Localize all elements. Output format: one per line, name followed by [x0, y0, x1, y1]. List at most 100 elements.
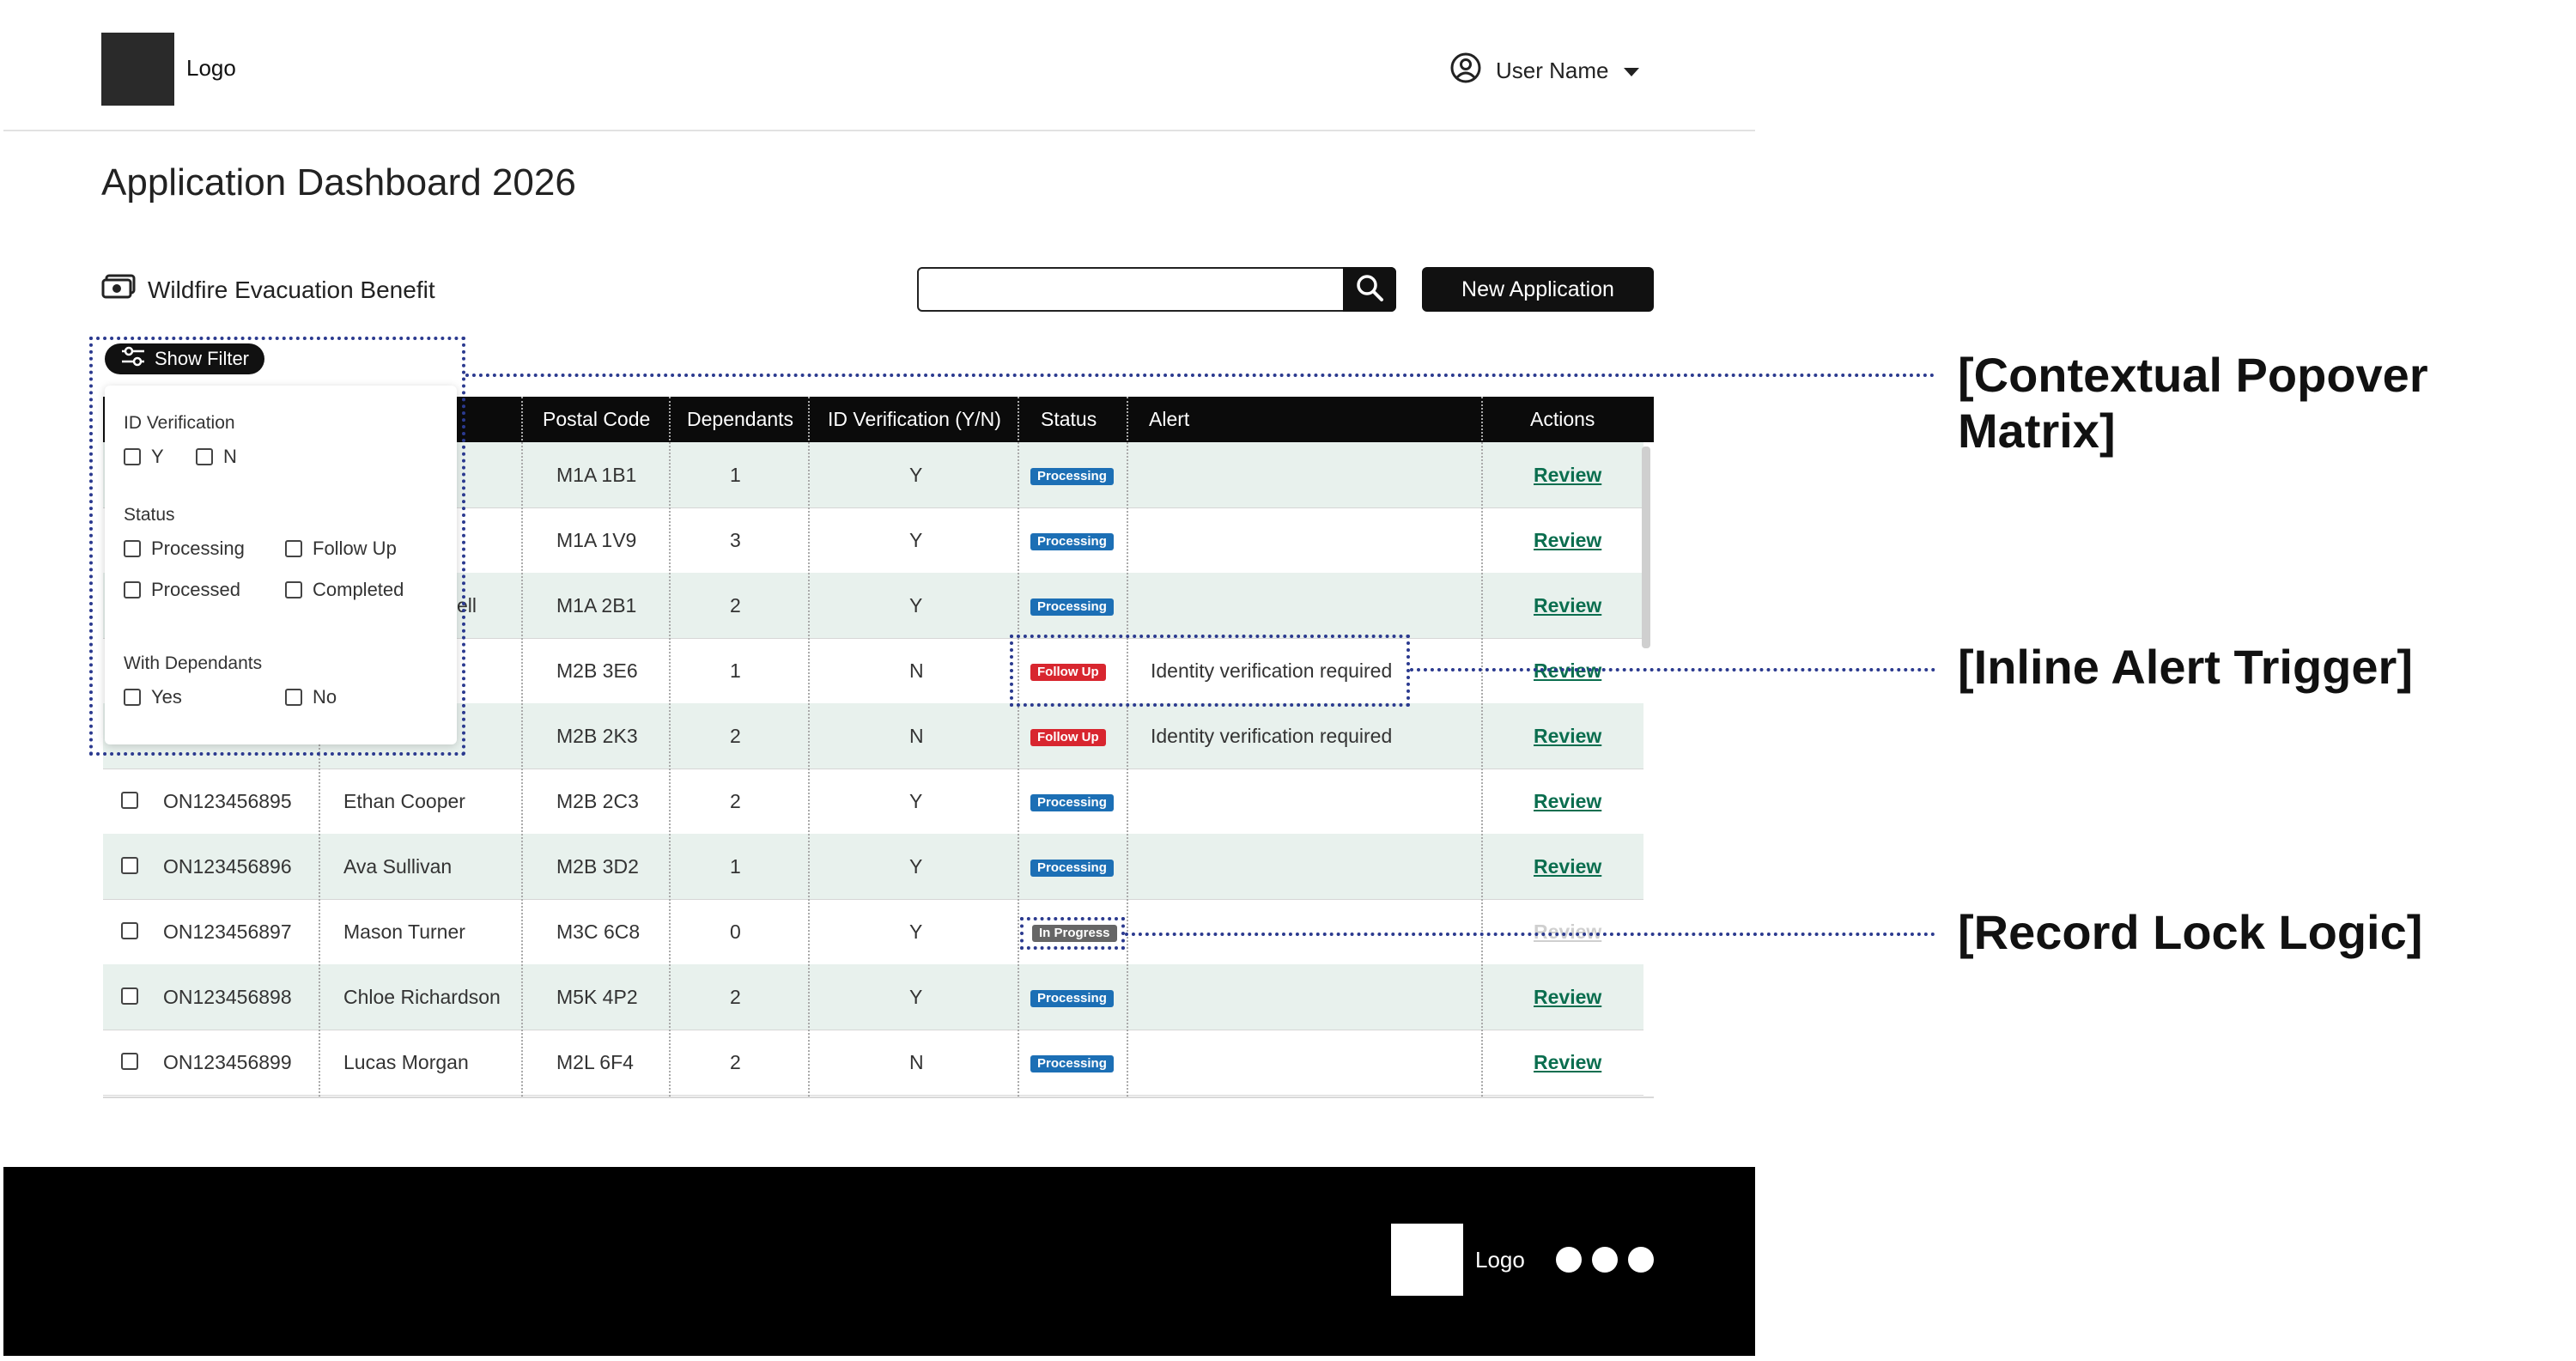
- cell-status: Processing: [1030, 834, 1114, 899]
- cell-idv: N: [909, 725, 924, 747]
- review-link[interactable]: Review: [1534, 529, 1601, 551]
- cell-id: ON123456897: [163, 920, 292, 943]
- column-divider: [808, 397, 810, 1097]
- status-badge: Follow Up: [1030, 728, 1106, 746]
- social-dot-icon[interactable]: [1628, 1247, 1654, 1273]
- social-dot-icon[interactable]: [1592, 1247, 1618, 1273]
- review-link[interactable]: Review: [1534, 1051, 1601, 1073]
- col-header-actions[interactable]: Actions: [1530, 397, 1595, 442]
- user-menu[interactable]: User Name: [1449, 52, 1641, 90]
- status-badge: Processing: [1030, 532, 1114, 550]
- search-input[interactable]: [919, 269, 1360, 310]
- cell-action: Review: [1534, 1030, 1601, 1095]
- cell-status: Processing: [1030, 769, 1114, 834]
- cell-dependants: 1: [730, 855, 741, 878]
- lock-highlight: [1020, 917, 1125, 950]
- cell-idv: N: [909, 1051, 924, 1073]
- review-link[interactable]: Review: [1534, 855, 1601, 878]
- col-header-id-verification[interactable]: ID Verification (Y/N): [828, 397, 1001, 442]
- cell-idv: Y: [909, 790, 923, 812]
- column-divider: [669, 397, 671, 1097]
- cell-postal: M1A 2B1: [556, 594, 637, 617]
- header-logo-text: Logo: [186, 55, 236, 81]
- cell-dependants: 3: [730, 529, 741, 551]
- cell-alert: Identity verification required: [1151, 725, 1393, 747]
- row-checkbox[interactable]: [121, 857, 138, 874]
- table-scrollbar[interactable]: [1642, 447, 1650, 648]
- user-circle-icon: [1449, 52, 1482, 90]
- cell-action: Review: [1534, 834, 1601, 899]
- cell-dependants: 2: [730, 594, 741, 617]
- review-link[interactable]: Review: [1534, 725, 1601, 747]
- cell-dependants: 1: [730, 464, 741, 486]
- col-header-status[interactable]: Status: [1041, 397, 1097, 442]
- cell-action: Review: [1534, 703, 1601, 769]
- cell-name: Lucas Morgan: [343, 1051, 469, 1073]
- cell-action: Review: [1534, 507, 1601, 573]
- status-badge: Processing: [1030, 989, 1114, 1007]
- cell-postal: M1A 1V9: [556, 529, 637, 551]
- program-name: Wildfire Evacuation Benefit: [148, 276, 435, 303]
- cell-idv: Y: [909, 464, 923, 486]
- cell-postal: M2B 3D2: [556, 855, 639, 878]
- status-badge: Processing: [1030, 1054, 1114, 1072]
- cell-id: ON123456898: [163, 986, 292, 1008]
- cell-name: Mason Turner: [343, 920, 465, 943]
- alert-highlight: [1010, 635, 1410, 707]
- row-checkbox[interactable]: [121, 987, 138, 1005]
- row-checkbox[interactable]: [121, 1053, 138, 1070]
- cell-dependants: 2: [730, 790, 741, 812]
- row-checkbox[interactable]: [121, 792, 138, 809]
- cell-status: Processing: [1030, 573, 1114, 638]
- review-link[interactable]: Review: [1534, 464, 1601, 486]
- column-divider: [1018, 397, 1019, 1097]
- review-link[interactable]: Review: [1534, 986, 1601, 1008]
- table-row: ON123456898 Chloe Richardson M5K 4P2 2 Y…: [103, 964, 1643, 1030]
- user-name: User Name: [1496, 58, 1609, 83]
- review-link[interactable]: Review: [1534, 790, 1601, 812]
- cell-idv: Y: [909, 855, 923, 878]
- cell-idv: Y: [909, 920, 923, 943]
- status-badge: Processing: [1030, 793, 1114, 811]
- cell-name: Ava Sullivan: [343, 855, 453, 878]
- program-title: Wildfire Evacuation Benefit: [101, 273, 435, 307]
- social-dot-icon[interactable]: [1556, 1247, 1582, 1273]
- cell-action: Review: [1534, 899, 1601, 964]
- cell-dependants: 0: [730, 920, 741, 943]
- cell-status: Processing: [1030, 964, 1114, 1030]
- cell-name: Chloe Richardson: [343, 986, 501, 1008]
- cell-idv: Y: [909, 529, 923, 551]
- header-divider: [3, 130, 1755, 131]
- cell-idv: Y: [909, 594, 923, 617]
- search-button[interactable]: [1343, 267, 1396, 312]
- new-application-button[interactable]: New Application: [1422, 267, 1654, 312]
- cell-dependants: 1: [730, 659, 741, 682]
- cell-postal: M2B 3E6: [556, 659, 638, 682]
- annotation-lock: [Record Lock Logic]: [1958, 905, 2423, 959]
- cell-dependants: 2: [730, 725, 741, 747]
- review-link[interactable]: Review: [1534, 594, 1601, 617]
- cell-postal: M3C 6C8: [556, 920, 641, 943]
- cell-idv: N: [909, 659, 924, 682]
- annotation-popover: [Contextual Popover Matrix]: [1958, 348, 2428, 458]
- col-header-alert[interactable]: Alert: [1149, 397, 1189, 442]
- page-title: Application Dashboard 2026: [101, 161, 576, 204]
- cell-status: Processing: [1030, 1030, 1114, 1095]
- cell-status: Processing: [1030, 442, 1114, 507]
- footer-logo-image: [1391, 1224, 1463, 1296]
- annotation-leader-lock: [1125, 933, 1935, 936]
- column-divider: [521, 397, 523, 1097]
- cell-dependants: 2: [730, 986, 741, 1008]
- search-box: [917, 267, 1396, 312]
- row-checkbox[interactable]: [121, 922, 138, 939]
- col-header-postal[interactable]: Postal Code: [543, 397, 650, 442]
- review-link-disabled: Review: [1534, 920, 1602, 943]
- col-header-dependants[interactable]: Dependants: [687, 397, 793, 442]
- cell-postal: M5K 4P2: [556, 986, 638, 1008]
- status-badge: Processing: [1030, 467, 1114, 485]
- cell-postal: M2L 6F4: [556, 1051, 634, 1073]
- cell-postal: M1A 1B1: [556, 464, 637, 486]
- chevron-down-icon[interactable]: [1622, 58, 1641, 84]
- table-row: ON123456896 Ava Sullivan M2B 3D2 1 Y Pro…: [103, 834, 1643, 900]
- cell-status: Follow Up: [1030, 703, 1106, 769]
